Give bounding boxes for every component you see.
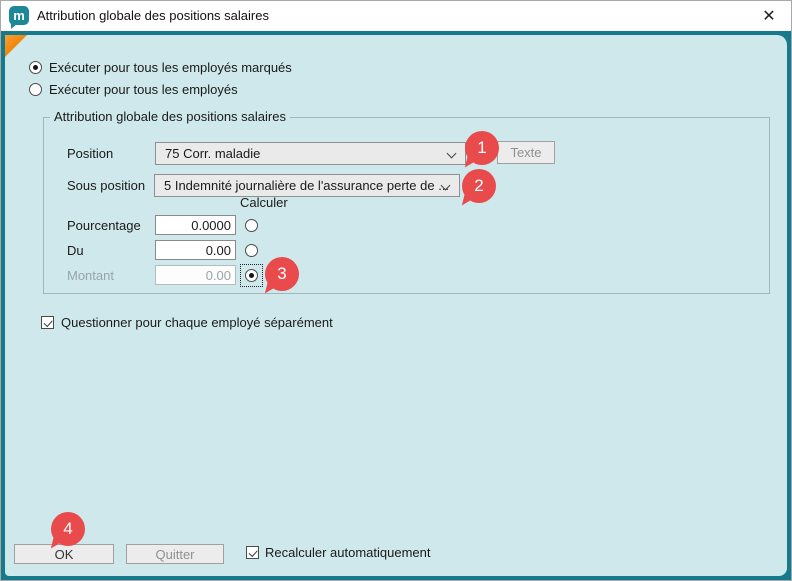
radio-run-all-label[interactable]: Exécuter pour tous les employés: [49, 82, 238, 97]
recalc-checkbox[interactable]: [246, 546, 259, 559]
chevron-down-icon: [442, 182, 450, 190]
titlebar: m Attribution globale des positions sala…: [1, 1, 791, 31]
sous-position-combobox[interactable]: 5 Indemnité journalière de l'assurance p…: [154, 174, 460, 197]
callout-badge-1: 1: [465, 131, 499, 165]
pourcentage-calc-radio[interactable]: [245, 219, 258, 232]
callout-badge-2: 2: [462, 169, 496, 203]
radio-run-all[interactable]: [29, 83, 42, 96]
position-combobox-value: 75 Corr. maladie: [165, 146, 260, 161]
ok-button[interactable]: OK: [14, 544, 114, 564]
montant-label: Montant: [67, 268, 114, 283]
callout-badge-3: 3: [265, 257, 299, 291]
sous-position-combobox-value: 5 Indemnité journalière de l'assurance p…: [164, 178, 449, 193]
sous-position-label: Sous position: [67, 178, 145, 193]
quitter-button[interactable]: Quitter: [126, 544, 224, 564]
ask-each-label[interactable]: Questionner pour chaque employé séparéme…: [61, 315, 333, 330]
ask-each-checkbox[interactable]: [41, 316, 54, 329]
radio-run-marked[interactable]: [29, 61, 42, 74]
window-title: Attribution globale des positions salair…: [37, 8, 269, 23]
montant-calc-radio[interactable]: [245, 269, 258, 282]
montant-input[interactable]: [155, 265, 236, 285]
app-logo-icon: m: [9, 6, 29, 25]
du-calc-radio[interactable]: [245, 244, 258, 257]
recalc-label[interactable]: Recalculer automatiquement: [265, 545, 430, 560]
close-icon[interactable]: ✕: [758, 5, 780, 27]
calculer-label: Calculer: [240, 195, 288, 210]
corner-fold-decoration: [5, 35, 27, 57]
du-input[interactable]: [155, 240, 236, 260]
texte-button[interactable]: Texte: [497, 141, 555, 164]
du-label: Du: [67, 243, 84, 258]
pourcentage-label: Pourcentage: [67, 218, 141, 233]
radio-run-marked-label[interactable]: Exécuter pour tous les employés marqués: [49, 60, 292, 75]
dialog-window: m Attribution globale des positions sala…: [0, 0, 792, 581]
groupbox-salary-positions: Attribution globale des positions salair…: [43, 117, 770, 294]
dialog-frame: Exécuter pour tous les employés marqués …: [1, 31, 791, 580]
groupbox-title: Attribution globale des positions salair…: [50, 109, 290, 124]
callout-badge-4: 4: [51, 512, 85, 546]
position-combobox[interactable]: 75 Corr. maladie: [155, 142, 466, 165]
position-label: Position: [67, 146, 113, 161]
dialog-content: Exécuter pour tous les employés marqués …: [5, 35, 787, 576]
pourcentage-input[interactable]: [155, 215, 236, 235]
chevron-down-icon: [448, 150, 456, 158]
